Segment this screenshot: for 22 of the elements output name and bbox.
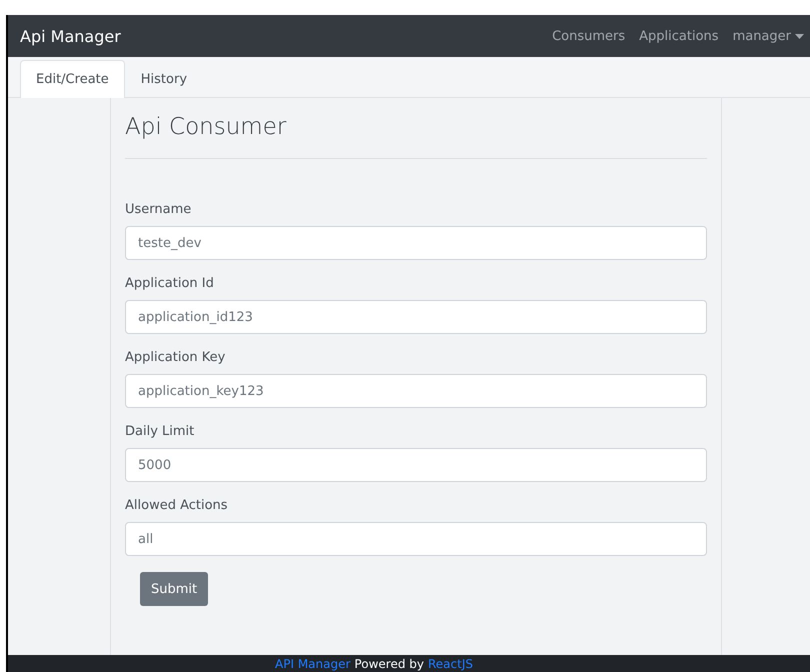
field-label: Application Key [125,350,226,365]
submit-button[interactable]: Submit [140,572,208,606]
app-link[interactable]: API Manager [275,656,350,670]
brand-title: Api Manager [20,26,121,46]
caret-icon [795,34,804,38]
field-label: Allowed Actions [125,498,229,513]
tab[interactable]: History [124,60,204,98]
input-field[interactable]: application_key123 [125,374,707,408]
nav-link[interactable]: Applications [639,28,719,44]
tab[interactable]: Edit/Create [20,60,125,98]
input-field[interactable]: teste_dev [125,226,707,260]
user-menu[interactable]: manager [732,28,804,44]
form-title: Api Consumer [125,108,707,159]
field-label: Daily Limit [125,424,196,439]
field-label: Username [125,202,192,217]
input-field[interactable]: application_id123 [125,300,707,334]
input-field[interactable]: all [125,522,707,556]
framework-link[interactable]: ReactJS [428,656,473,670]
input-field[interactable]: 5000 [125,448,707,482]
nav-link[interactable]: Consumers [552,28,626,44]
field-label: Application Id [125,276,215,291]
footer-text: Powered by [354,656,424,670]
